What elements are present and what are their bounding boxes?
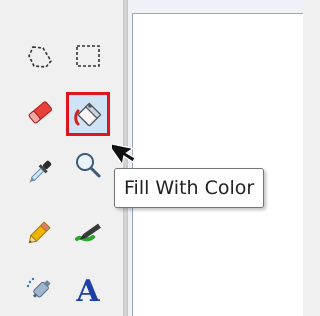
eraser-icon	[24, 96, 56, 128]
eraser-tool[interactable]	[18, 90, 62, 134]
text-tool[interactable]: A	[66, 270, 110, 314]
magnifier-tool[interactable]	[66, 144, 110, 188]
paint-bucket-icon	[71, 97, 105, 131]
brush-icon	[71, 217, 105, 251]
eyedropper-icon	[24, 156, 56, 188]
toolbox: A	[0, 0, 122, 316]
airbrush-tool[interactable]	[18, 268, 62, 312]
canvas-area	[128, 0, 303, 316]
pencil-tool[interactable]	[18, 210, 62, 254]
pencil-icon	[24, 216, 56, 248]
drawing-canvas[interactable]	[132, 13, 303, 316]
rectangle-select-tool[interactable]	[66, 34, 110, 78]
tooltip-text: Fill With Color	[124, 177, 255, 199]
free-form-select-tool[interactable]	[18, 34, 62, 78]
tooltip: Fill With Color	[114, 168, 265, 208]
pick-color-tool[interactable]	[18, 150, 62, 194]
airbrush-icon	[24, 274, 56, 306]
fill-with-color-tool[interactable]	[66, 92, 110, 136]
magnifier-icon	[72, 150, 104, 182]
text-icon: A	[76, 274, 100, 309]
brush-tool[interactable]	[66, 212, 110, 256]
rectangle-select-icon	[73, 41, 103, 71]
free-form-select-icon	[25, 41, 55, 71]
